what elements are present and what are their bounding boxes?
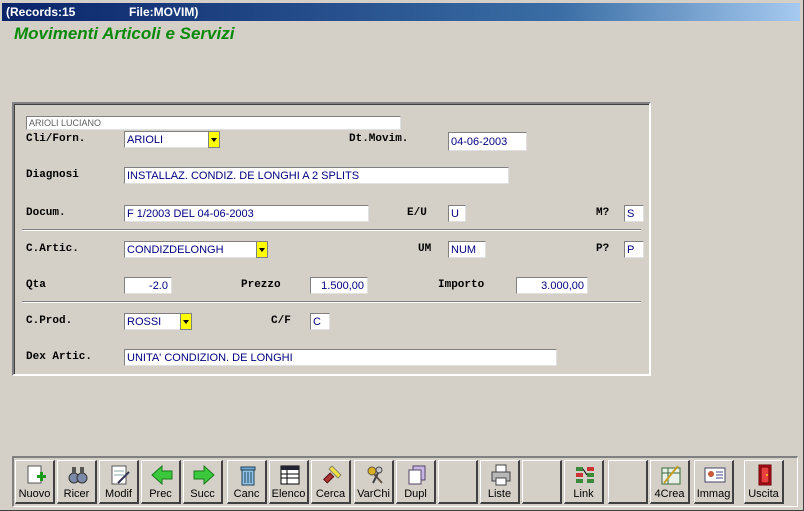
succ-button[interactable]: Succ <box>183 460 223 504</box>
c-prod-label: C.Prod. <box>26 315 73 327</box>
prezzo-label: Prezzo <box>241 279 281 291</box>
empty-toolbar-slot <box>438 460 478 504</box>
p-label: P? <box>596 243 610 255</box>
table-list-icon <box>280 465 300 485</box>
ricer-button[interactable]: Ricer <box>57 460 97 504</box>
c-artic-label: C.Artic. <box>26 243 79 255</box>
printer-icon <box>491 464 511 486</box>
importo-label: Importo <box>438 279 485 291</box>
flashlight-search-icon <box>323 465 342 484</box>
trash-can-icon <box>240 466 256 486</box>
duplicate-icon <box>408 465 426 485</box>
edit-document-icon <box>111 465 130 485</box>
um-field[interactable]: NUM <box>448 241 486 258</box>
c-artic-dropdown-button[interactable] <box>256 241 268 258</box>
m-field[interactable]: S <box>624 205 644 222</box>
docum-label: Docum. <box>26 207 66 219</box>
prezzo-field[interactable]: 1.500,00 <box>310 277 368 294</box>
exit-door-icon <box>758 464 772 486</box>
keys-icon <box>367 466 383 484</box>
binoculars-icon <box>68 467 88 484</box>
empty-toolbar-slot <box>608 460 648 504</box>
link-label: Link <box>573 488 594 500</box>
cli-forn-dropdown-button[interactable] <box>208 131 220 148</box>
succ-label: Succ <box>190 488 215 500</box>
records-count: (Records:15 <box>6 5 76 19</box>
new-document-plus-icon <box>27 465 46 484</box>
cli-forn-field[interactable]: ARIOLI <box>124 131 209 148</box>
m-label: M? <box>596 207 610 219</box>
liste-button[interactable]: Liste <box>480 460 520 504</box>
dupl-button[interactable]: Dupl <box>396 460 436 504</box>
c-prod-field[interactable]: ROSSI <box>124 313 181 330</box>
form-panel <box>12 102 651 376</box>
qta-field[interactable]: -2.0 <box>124 277 172 294</box>
uscita-label: Uscita <box>748 488 779 500</box>
elenco-label: Elenco <box>271 488 306 500</box>
dupl-label: Dupl <box>404 488 427 500</box>
link-blocks-icon <box>576 467 594 483</box>
docum-field[interactable]: F 1/2003 DEL 04-06-2003 <box>124 205 369 222</box>
divider-1 <box>22 229 641 231</box>
diagnosi-label: Diagnosi <box>26 169 79 181</box>
dt-movim-label: Dt.Movim. <box>349 133 409 145</box>
green-arrow-left-icon <box>151 464 173 486</box>
crea4-button[interactable]: 4Crea <box>650 460 690 504</box>
link-button[interactable]: Link <box>564 460 604 504</box>
modif-label: Modif <box>105 488 132 500</box>
modif-button[interactable]: Modif <box>99 460 139 504</box>
green-arrow-right-icon <box>193 464 215 486</box>
cerca-label: Cerca <box>315 488 346 500</box>
eu-label: E/U <box>407 207 427 219</box>
divider-2 <box>22 301 641 303</box>
uscita-button[interactable]: Uscita <box>744 460 784 504</box>
cerca-button[interactable]: Cerca <box>311 460 351 504</box>
crea4-label: 4Crea <box>654 488 685 500</box>
customer-name-field[interactable]: ARIOLI LUCIANO <box>26 116 401 130</box>
app-window: (Records:15 File:MOVIM) Movimenti Artico… <box>0 0 804 511</box>
ricer-label: Ricer <box>63 488 90 500</box>
dt-movim-field[interactable]: 04-06-2003 <box>448 132 527 151</box>
varchi-button[interactable]: VarChi <box>354 460 394 504</box>
dex-artic-field[interactable]: UNITA' CONDIZION. DE LONGHI <box>124 349 557 366</box>
prec-label: Prec <box>149 488 172 500</box>
qta-label: Qta <box>26 279 46 291</box>
diagnosi-field[interactable]: INSTALLAZ. CONDIZ. DE LONGHI A 2 SPLITS <box>124 167 509 184</box>
canc-button[interactable]: Canc <box>227 460 267 504</box>
page-title: Movimenti Articoli e Servizi <box>14 24 235 43</box>
title-bar: (Records:15 File:MOVIM) <box>2 3 800 21</box>
nuovo-button[interactable]: Nuovo <box>15 460 55 504</box>
cli-forn-label: Cli/Forn. <box>26 133 86 145</box>
prec-button[interactable]: Prec <box>141 460 181 504</box>
nuovo-label: Nuovo <box>18 488 51 500</box>
liste-label: Liste <box>487 488 512 500</box>
dex-artic-label: Dex Artic. <box>26 351 93 363</box>
cf-label: C/F <box>271 315 291 327</box>
immag-button[interactable]: Immag <box>694 460 734 504</box>
id-card-icon <box>704 467 726 483</box>
create-wizard-icon <box>661 465 681 485</box>
elenco-button[interactable]: Elenco <box>269 460 309 504</box>
empty-toolbar-slot <box>522 460 562 504</box>
cf-field[interactable]: C <box>310 313 330 330</box>
canc-label: Canc <box>233 488 260 500</box>
file-name: File:MOVIM) <box>129 5 199 19</box>
um-label: UM <box>418 243 432 255</box>
eu-field[interactable]: U <box>448 205 466 222</box>
immag-label: Immag <box>696 488 731 500</box>
c-prod-dropdown-button[interactable] <box>180 313 192 330</box>
importo-field[interactable]: 3.000,00 <box>516 277 588 294</box>
varchi-label: VarChi <box>357 488 390 500</box>
p-field[interactable]: P <box>624 241 644 258</box>
c-artic-field[interactable]: CONDIZDELONGH <box>124 241 257 258</box>
